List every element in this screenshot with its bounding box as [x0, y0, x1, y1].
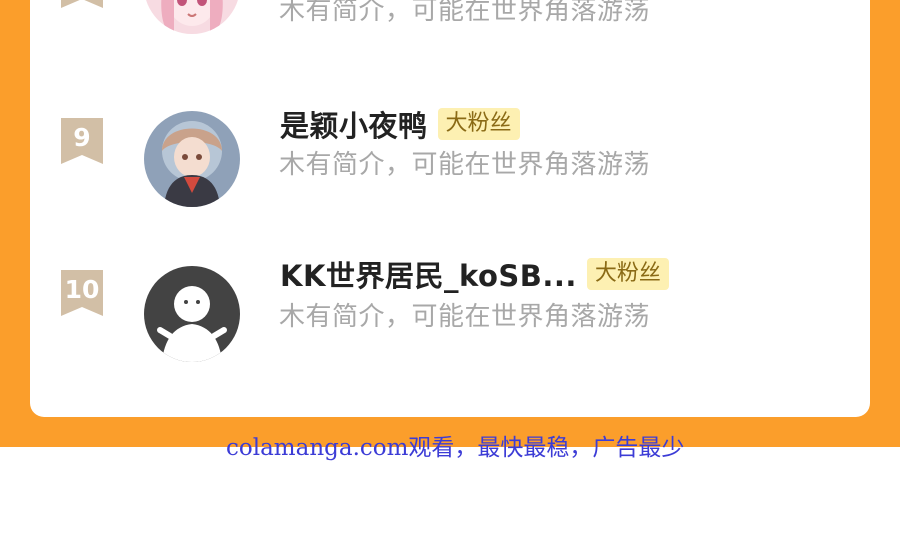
- rank-ribbon: 8: [61, 0, 103, 8]
- anime-boy-avatar-icon[interactable]: [144, 111, 240, 207]
- rank-number: 9: [73, 123, 91, 152]
- rank-ribbon: 10: [61, 270, 103, 316]
- rank-ribbon: 9: [61, 118, 103, 164]
- site-watermark: colamanga.com观看，最快最稳，广告最少: [226, 435, 685, 461]
- user-bio: 木有简介，可能在世界角落游荡: [279, 0, 651, 26]
- user-name: KK世界居民_koSB...: [280, 259, 577, 293]
- fan-level-badge: 大粉丝: [586, 258, 669, 290]
- default-user-avatar-icon[interactable]: [144, 266, 240, 362]
- list-item[interactable]: 10 KK世界居民_koSB... 大粉丝 木有简介，可能在世界角落游荡: [30, 246, 870, 366]
- user-bio: 木有简介，可能在世界角落游荡: [279, 302, 651, 332]
- ribbon-icon: [61, 0, 103, 8]
- user-bio: 木有简介，可能在世界角落游荡: [279, 150, 651, 180]
- fan-ranking-card: 8 木有简介，可能在世界角落游荡 9: [30, 0, 870, 417]
- list-item[interactable]: 9 是颖小夜鸭 大粉丝 木有简介，可能在世界角落游荡: [30, 92, 870, 212]
- fan-level-badge: 大粉丝: [437, 108, 520, 140]
- list-item[interactable]: 8 木有简介，可能在世界角落游荡: [30, 0, 870, 60]
- rank-number: 10: [64, 275, 100, 304]
- user-name: 是颖小夜鸭: [280, 109, 428, 143]
- anime-girl-avatar-icon[interactable]: [144, 0, 240, 34]
